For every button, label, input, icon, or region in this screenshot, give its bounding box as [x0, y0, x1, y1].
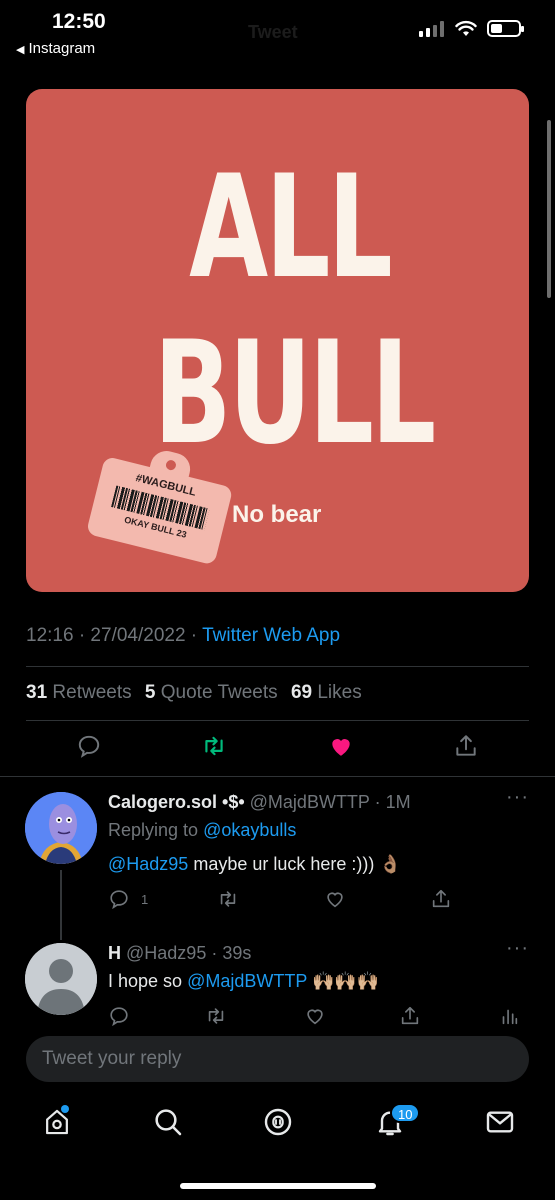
home-new-content-dot [61, 1105, 69, 1113]
reply-author[interactable]: H @Hadz95 · 39s [108, 943, 251, 964]
tweet-media-image[interactable]: ALL BULL No bear #WAGBULL OKAY BULL 23 [26, 89, 529, 592]
reply-input[interactable] [26, 1036, 529, 1082]
tweet-source-link[interactable]: Twitter Web App [202, 625, 340, 646]
media-headline-bull: BULL [153, 311, 437, 476]
avatar-illustration [25, 792, 97, 864]
divider [26, 666, 529, 667]
retweet-icon[interactable] [204, 1005, 228, 1027]
likes-stat[interactable]: 69 Likes [291, 682, 362, 703]
default-avatar-icon [25, 943, 97, 1015]
replying-to: Replying to @okaybulls [108, 820, 297, 840]
reply-icon[interactable] [108, 888, 130, 910]
reply-author-handle: @Hadz95 · 39s [126, 943, 252, 963]
avatar[interactable] [25, 792, 97, 864]
reply-text: @Hadz95 maybe ur luck here :))) 👌🏽 [108, 854, 402, 874]
retweet-icon[interactable] [216, 888, 240, 910]
retweet-icon[interactable] [200, 733, 228, 759]
like-icon[interactable] [303, 1005, 327, 1027]
status-time: 12:50 [52, 10, 106, 33]
reply-author-name: Calogero.sol •$• [108, 792, 245, 812]
more-options-icon[interactable]: ··· [506, 937, 529, 960]
reply-author-handle: @MajdBWTTP · 1M [249, 792, 411, 812]
reply-author[interactable]: Calogero.sol •$• @MajdBWTTP · 1M [108, 792, 411, 813]
mention-link[interactable]: @okaybulls [203, 820, 296, 840]
status-icons [419, 20, 524, 37]
timestamp-text: 12:16 · 27/04/2022 · [26, 625, 203, 646]
share-icon[interactable] [399, 1005, 421, 1027]
avatar[interactable] [25, 943, 97, 1015]
battery-icon [487, 20, 524, 37]
back-app-label: Instagram [28, 40, 96, 57]
thread-connector-line [60, 870, 62, 940]
share-icon[interactable] [430, 888, 452, 910]
mention-link[interactable]: @MajdBWTTP [187, 971, 307, 991]
like-icon[interactable] [327, 733, 355, 759]
page-title: Tweet [248, 22, 298, 42]
analytics-icon[interactable] [498, 1005, 520, 1027]
quote-tweets-stat[interactable]: 5 Quote Tweets [145, 682, 278, 703]
reply-text: I hope so @MajdBWTTP 🙌🏼🙌🏼🙌🏼 [108, 971, 380, 991]
reply-icon[interactable] [108, 1005, 130, 1027]
back-triangle-icon: ◀ [16, 44, 25, 56]
more-options-icon[interactable]: ··· [506, 786, 529, 809]
media-subline: No bear [232, 501, 322, 528]
scroll-indicator[interactable] [547, 120, 551, 298]
wifi-icon [455, 20, 477, 36]
cellular-signal-icon [419, 20, 444, 37]
tweet-timestamp: 12:16 · 27/04/2022 · Twitter Web App [26, 625, 340, 647]
reply-icon[interactable] [76, 733, 102, 759]
like-icon[interactable] [323, 888, 347, 910]
retweets-stat[interactable]: 31 Retweets [26, 682, 132, 703]
media-headline-all: ALL [189, 145, 393, 310]
tweet-action-row [0, 733, 555, 765]
status-bar: 12:50 ◀ Instagram Tweet [0, 0, 555, 70]
notifications-badge: 10 [390, 1103, 421, 1123]
divider [0, 776, 555, 777]
reply-count: 1 [141, 892, 149, 907]
search-icon[interactable] [152, 1106, 184, 1138]
back-to-instagram[interactable]: ◀ Instagram [16, 40, 95, 57]
messages-envelope-icon[interactable] [484, 1106, 516, 1138]
mention-link[interactable]: @Hadz95 [108, 854, 188, 874]
tweet-reply-composer[interactable] [26, 1036, 529, 1082]
reply-author-name: H [108, 943, 121, 963]
share-icon[interactable] [453, 733, 479, 759]
spaces-icon[interactable] [262, 1106, 294, 1138]
divider [26, 720, 529, 721]
home-indicator[interactable] [180, 1183, 376, 1189]
tweet-stats: 31 Retweets 5 Quote Tweets 69 Likes [26, 682, 362, 704]
